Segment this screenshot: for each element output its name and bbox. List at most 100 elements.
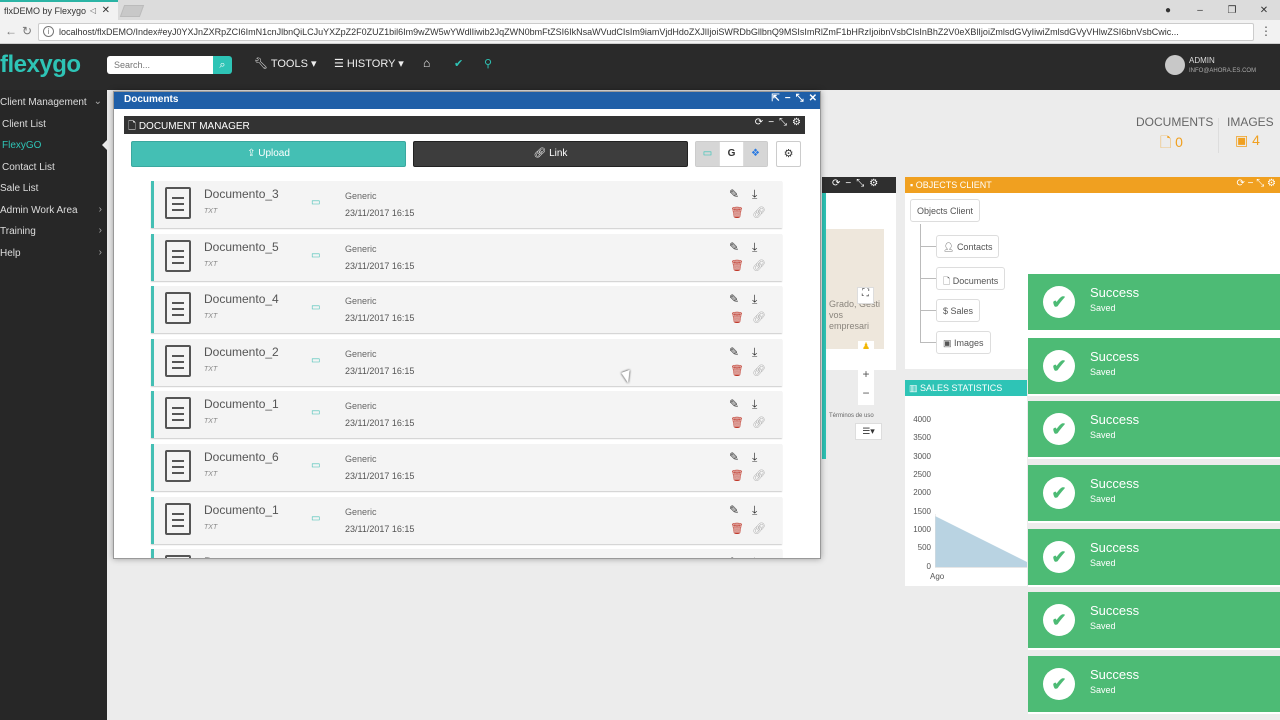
edit-icon[interactable]: ✎: [729, 397, 739, 411]
edit-icon[interactable]: ✎: [729, 187, 739, 201]
download-icon[interactable]: ⤓: [752, 187, 757, 202]
tree-root[interactable]: Objects Client: [910, 199, 981, 222]
success-toast[interactable]: ✔ Success Saved: [1028, 338, 1280, 396]
link-icon[interactable]: 🔗︎: [752, 469, 766, 482]
trash-icon[interactable]: 🗑︎: [730, 206, 744, 219]
document-name[interactable]: Documento_2: [204, 345, 279, 359]
pegman-icon[interactable]: ♟: [858, 341, 874, 359]
edit-icon[interactable]: ✎: [729, 450, 739, 464]
trash-icon[interactable]: 🗑︎: [730, 364, 744, 377]
sidebar-item-admin-work-area[interactable]: Admin Work Area ›: [0, 200, 107, 221]
document-row[interactable]: Documento_▭✎⤓🗑︎🔗︎: [151, 549, 782, 558]
document-name[interactable]: Documento_5: [204, 240, 279, 254]
trash-icon[interactable]: 🗑︎: [730, 469, 744, 482]
download-icon[interactable]: ⤓: [752, 450, 757, 465]
profile-icon[interactable]: ●: [1152, 5, 1184, 16]
document-name[interactable]: Documento_3: [204, 187, 279, 201]
hdd-icon[interactable]: ▭: [696, 142, 720, 166]
trash-icon[interactable]: 🗑︎: [730, 416, 744, 429]
edit-icon[interactable]: ✎: [729, 503, 739, 517]
document-name[interactable]: Documento_1: [204, 397, 279, 411]
dropbox-icon[interactable]: ❖: [744, 142, 767, 166]
document-name[interactable]: Documento_4: [204, 292, 279, 306]
url-field[interactable]: localhost/flxDEMO/Index#eyJ0YXJnZXRpZCI6…: [38, 23, 1254, 41]
document-row[interactable]: Documento_1 TXT ▭ Generic 23/11/2017 16:15 ✎ ⤓…: [151, 391, 782, 439]
download-icon[interactable]: ⤓: [752, 397, 757, 412]
list-view-button[interactable]: ☰▾: [855, 423, 882, 440]
document-row[interactable]: Documento_3 TXT ▭ Generic 23/11/2017 16:15 ✎ ⤓…: [151, 181, 782, 228]
modal-header[interactable]: Documents ⇱ − ⤡ ✕: [114, 92, 820, 109]
sidebar-item-training[interactable]: Training ›: [0, 221, 107, 242]
popout-icon[interactable]: ⇱: [771, 93, 779, 104]
sidebar-item-contact-list[interactable]: Contact List: [0, 157, 107, 178]
fullscreen-icon[interactable]: ⛶: [857, 287, 874, 304]
map[interactable]: Grado, Gesti vos empresari ⛶ ♟ + − Términ…: [822, 229, 884, 419]
trash-icon[interactable]: 🗑︎: [730, 311, 744, 324]
maximize-icon[interactable]: ⤡: [796, 93, 804, 104]
back-icon[interactable]: ←: [5, 24, 17, 38]
document-row[interactable]: Documento_2 TXT ▭ Generic 23/11/2017 16:15 ✎ ⤓…: [151, 338, 782, 386]
link-icon[interactable]: 🔗︎: [752, 206, 766, 219]
tree-node-documents[interactable]: 🗋︎ Documents: [936, 267, 1006, 290]
audio-icon[interactable]: ◁: [90, 6, 96, 15]
map-panel-controls[interactable]: ⟳−⤡⚙: [822, 177, 896, 193]
document-row[interactable]: Documento_5 TXT ▭ Generic 23/11/2017 16:15 ✎ ⤓…: [151, 233, 782, 281]
document-row[interactable]: Documento_6 TXT ▭ Generic 23/11/2017 16:15 ✎ ⤓…: [151, 444, 782, 491]
minimize-icon[interactable]: −: [785, 93, 791, 104]
tree-node-contacts[interactable]: 👤︎ Contacts: [936, 235, 1000, 258]
images-counter[interactable]: ▣ 4: [1235, 132, 1260, 149]
close-window-icon[interactable]: ✕: [1248, 5, 1280, 16]
document-name[interactable]: Documento_1: [204, 503, 279, 517]
tools-menu[interactable]: 🔧︎ TOOLS ▾: [254, 57, 317, 70]
document-name[interactable]: Documento_: [204, 555, 272, 558]
documents-counter[interactable]: 🗋︎ 0: [1160, 132, 1183, 156]
sidebar-item-flexygo[interactable]: FlexyGO: [0, 135, 107, 156]
zoom-in-icon[interactable]: +: [858, 367, 874, 386]
document-row[interactable]: Documento_4 TXT ▭ Generic 23/11/2017 16:15 ✎ ⤓…: [151, 286, 782, 334]
success-toast[interactable]: ✔ Success Saved: [1028, 592, 1280, 650]
admin-name[interactable]: ADMIN: [1189, 56, 1215, 65]
zoom-out-icon[interactable]: −: [858, 386, 874, 405]
info-icon[interactable]: i: [43, 26, 54, 37]
success-toast[interactable]: ✔ Success Saved: [1028, 274, 1280, 332]
maximize-icon[interactable]: ⤡: [779, 117, 787, 128]
close-tab-icon[interactable]: ✕: [102, 5, 110, 16]
edit-icon[interactable]: ✎: [729, 555, 739, 558]
scrollbar[interactable]: [822, 193, 826, 459]
download-icon[interactable]: ⤓: [752, 240, 757, 255]
google-drive-button[interactable]: G: [720, 142, 744, 166]
maximize-icon[interactable]: ❐: [1216, 5, 1248, 16]
success-toast[interactable]: ✔ Success Saved: [1028, 656, 1280, 714]
avatar[interactable]: [1165, 55, 1185, 75]
minimize-icon[interactable]: –: [1184, 5, 1216, 16]
settings-button[interactable]: ⚙: [776, 141, 801, 167]
close-icon[interactable]: ✕: [809, 93, 817, 104]
link-icon[interactable]: 🔗︎: [752, 364, 766, 377]
minimize-icon[interactable]: −: [768, 117, 774, 128]
sidebar-item-sale-list[interactable]: Sale List: [0, 178, 107, 199]
sidebar-item-client-list[interactable]: Client List: [0, 114, 107, 135]
logo[interactable]: flexygo: [0, 51, 81, 79]
history-menu[interactable]: ☰ HISTORY ▾: [334, 57, 404, 70]
edit-icon[interactable]: ✎: [729, 240, 739, 254]
tree-node-sales[interactable]: $ Sales: [936, 299, 981, 322]
refresh-icon[interactable]: ⟳: [755, 117, 763, 128]
upload-button[interactable]: ⇪ Upload: [131, 141, 406, 167]
trash-icon[interactable]: 🗑︎: [730, 522, 744, 535]
browser-menu-icon[interactable]: ⋮: [1260, 24, 1272, 38]
link-button[interactable]: 🔗︎ Link: [413, 141, 688, 167]
search-input[interactable]: [107, 56, 213, 74]
search-icon[interactable]: ⌕: [213, 56, 232, 74]
document-row[interactable]: Documento_1 TXT ▭ Generic 23/11/2017 16:15 ✎ ⤓…: [151, 496, 782, 544]
link-icon[interactable]: 🔗︎: [752, 522, 766, 535]
edit-icon[interactable]: ✎: [729, 292, 739, 306]
trash-icon[interactable]: 🗑︎: [730, 259, 744, 272]
document-name[interactable]: Documento_6: [204, 450, 279, 464]
success-toast[interactable]: ✔ Success Saved: [1028, 465, 1280, 523]
tree-node-images[interactable]: ▣ Images: [936, 331, 991, 354]
sidebar-item-help[interactable]: Help ›: [0, 243, 107, 264]
gear-icon[interactable]: ⚙: [792, 117, 801, 128]
link-icon[interactable]: 🔗︎: [752, 311, 766, 324]
home-icon[interactable]: ⌂: [423, 56, 430, 70]
browser-tab[interactable]: flxDEMO by Flexygo ◁ ✕: [0, 0, 118, 20]
